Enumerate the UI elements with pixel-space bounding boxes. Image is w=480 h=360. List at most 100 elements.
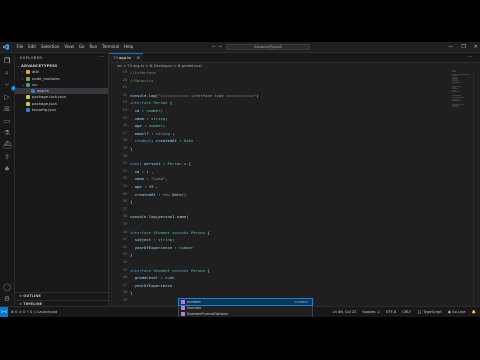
tab-app-ts[interactable]: TS app.ts ✕: [109, 53, 143, 62]
minimize-icon[interactable]: —: [448, 42, 453, 52]
code-line[interactable]: gradeLevel : numb: [130, 275, 175, 280]
minimap-line: [452, 81, 462, 83]
maximize-icon[interactable]: ❐: [461, 42, 465, 52]
menu-item-run[interactable]: Run: [87, 42, 100, 52]
menu-item-terminal[interactable]: Terminal: [100, 42, 122, 52]
code-line[interactable]: id : number;: [130, 108, 163, 113]
line-number: 23: [122, 100, 127, 105]
mongodb-icon[interactable]: ♠: [3, 165, 11, 173]
code-line[interactable]: id : 1 ,: [130, 169, 154, 174]
search-icon[interactable]: ⌕: [3, 69, 11, 77]
code-line[interactable]: age : 19 ,: [130, 184, 158, 189]
code-line[interactable]: age : number;: [130, 123, 165, 128]
close-icon[interactable]: ✕: [137, 54, 140, 62]
activity-bar: ❐ ⌕ ⑂ 1 ▷ ⊞ ▭ ⚗ ⛴ ⇪ ♠ ◯ ⚙: [0, 53, 16, 307]
tree-item-label: tsconfig.json: [32, 107, 57, 113]
line-number: 36: [122, 199, 127, 204]
code-line[interactable]: //interface: [130, 70, 156, 75]
deploy-icon[interactable]: ⇪: [3, 153, 11, 161]
remote-explorer-icon[interactable]: ▭: [3, 117, 11, 125]
code-line[interactable]: yearOfExperience: [130, 283, 172, 288]
code-line[interactable]: yearOfExperience : number: [130, 245, 194, 250]
menu-item-edit[interactable]: Edit: [26, 42, 39, 52]
menu-item-view[interactable]: View: [62, 42, 77, 52]
code-line[interactable]: subject : string;: [130, 237, 175, 242]
type-symbol-icon: [181, 311, 185, 316]
breadcrumb[interactable]: src > TS app.ts > ⊞ Developer > ⊞ gradeL…: [117, 63, 202, 69]
type-symbol-icon: [181, 305, 185, 310]
status-item[interactable]: 🔔: [472, 307, 476, 317]
command-center-text: AdvanceTypesS: [254, 45, 282, 49]
editor-scrollbar[interactable]: [473, 70, 480, 306]
close-window-icon[interactable]: ✕: [474, 42, 478, 52]
code-line[interactable]: readonly createdAt : Date: [130, 138, 194, 143]
code-line[interactable]: name : "Lina",: [130, 176, 168, 181]
status-item[interactable]: UTF-8: [386, 307, 396, 317]
line-number: 37: [122, 206, 127, 211]
code-line[interactable]: }: [130, 199, 132, 204]
vscode-logo-icon: [3, 44, 9, 50]
status-item[interactable]: CRLF: [402, 307, 411, 317]
code-line[interactable]: createdAt : new Date(): [130, 192, 187, 197]
remote-indicator[interactable]: ><: [0, 307, 8, 317]
type-symbol-icon: [181, 300, 185, 304]
code-line[interactable]: email? : string ;: [130, 131, 175, 136]
line-number: 49: [122, 298, 127, 302]
minimap[interactable]: [452, 70, 470, 110]
code-line[interactable]: interface Student extends Person {: [130, 268, 210, 273]
line-number: 21: [122, 85, 127, 90]
menu-item-help[interactable]: Help: [122, 42, 136, 52]
nav-arrows[interactable]: ← →: [212, 44, 222, 50]
line-number: 30: [122, 153, 127, 158]
menu-item-go[interactable]: Go: [76, 42, 87, 52]
docker-icon[interactable]: ⛴: [3, 141, 12, 149]
manage-gear-icon[interactable]: ⚙: [3, 295, 11, 303]
code-line[interactable]: const person1 : Person = {: [130, 161, 191, 166]
menu-item-file[interactable]: File: [14, 42, 26, 52]
minimap-line: [452, 99, 462, 101]
minimap-line: [452, 94, 461, 96]
status-item[interactable]: {} TypeScript: [417, 307, 441, 317]
account-icon[interactable]: ◯: [3, 283, 11, 291]
editor-actions-icon[interactable]: ⋯: [468, 53, 477, 62]
minimap-line: [452, 90, 461, 92]
run-debug-icon[interactable]: ▷: [3, 93, 11, 101]
status-item[interactable]: ◉ Go Live: [448, 307, 466, 317]
minimap-line: [452, 71, 456, 73]
suggestion-item[interactable]: NumberFormatOptionsUseGrouping: [179, 316, 312, 317]
json-file-icon: [26, 95, 30, 100]
status-item[interactable]: Spaces: 2: [362, 307, 379, 317]
editor-tabs: TS app.ts ✕ ⋯: [109, 53, 480, 63]
explorer-title: EXPLORER: [20, 55, 43, 60]
code-line[interactable]: }: [130, 290, 132, 295]
command-center-search[interactable]: AdvanceTypesS: [226, 44, 310, 50]
line-number: 22: [122, 92, 127, 97]
line-number: 31: [122, 161, 127, 166]
sidebar-section-outline[interactable]: > OUTLINE: [15, 292, 108, 299]
code-line[interactable]: console.log("============ interface type…: [130, 93, 259, 98]
code-line[interactable]: }: [130, 252, 132, 257]
tree-item-label: package.json: [32, 100, 57, 106]
line-number: 29: [122, 146, 127, 150]
testing-icon[interactable]: ⚗: [3, 129, 11, 137]
code-line[interactable]: console.log(person1.name): [130, 214, 189, 219]
menu-item-selection[interactable]: Selection: [38, 42, 61, 52]
status-left[interactable]: ⊗ 0 ⚠ 0 ⚡ 0 ◇ Launchpad: [11, 307, 57, 317]
tree-item[interactable]: tsconfig.json: [15, 107, 108, 113]
code-line[interactable]: }: [130, 146, 132, 151]
line-number: 32: [122, 168, 127, 173]
folder-icon: [26, 70, 30, 75]
source-control-icon[interactable]: ⑂ 1: [3, 81, 16, 91]
code-line[interactable]: //Generics: [130, 78, 153, 83]
files-icon[interactable]: ❐: [3, 57, 11, 65]
explorer-more-icon[interactable]: ···: [99, 54, 104, 60]
status-item[interactable]: Ln 46, Col 22: [333, 307, 357, 317]
line-number: 48: [122, 290, 127, 295]
code-line[interactable]: name : string;: [130, 116, 168, 121]
line-number: 46: [122, 275, 127, 280]
suggestion-widget: numbernumberNumberNumberFormatOptionsNum…: [178, 298, 313, 317]
extensions-icon[interactable]: ⊞: [3, 105, 11, 113]
explorer-sidebar: EXPLORER ··· ⌄ADVANCETYPESS › dist › node_m…: [15, 53, 109, 307]
code-line[interactable]: interface Student extends Person {: [130, 230, 210, 235]
code-line[interactable]: interface Person {: [130, 100, 172, 105]
